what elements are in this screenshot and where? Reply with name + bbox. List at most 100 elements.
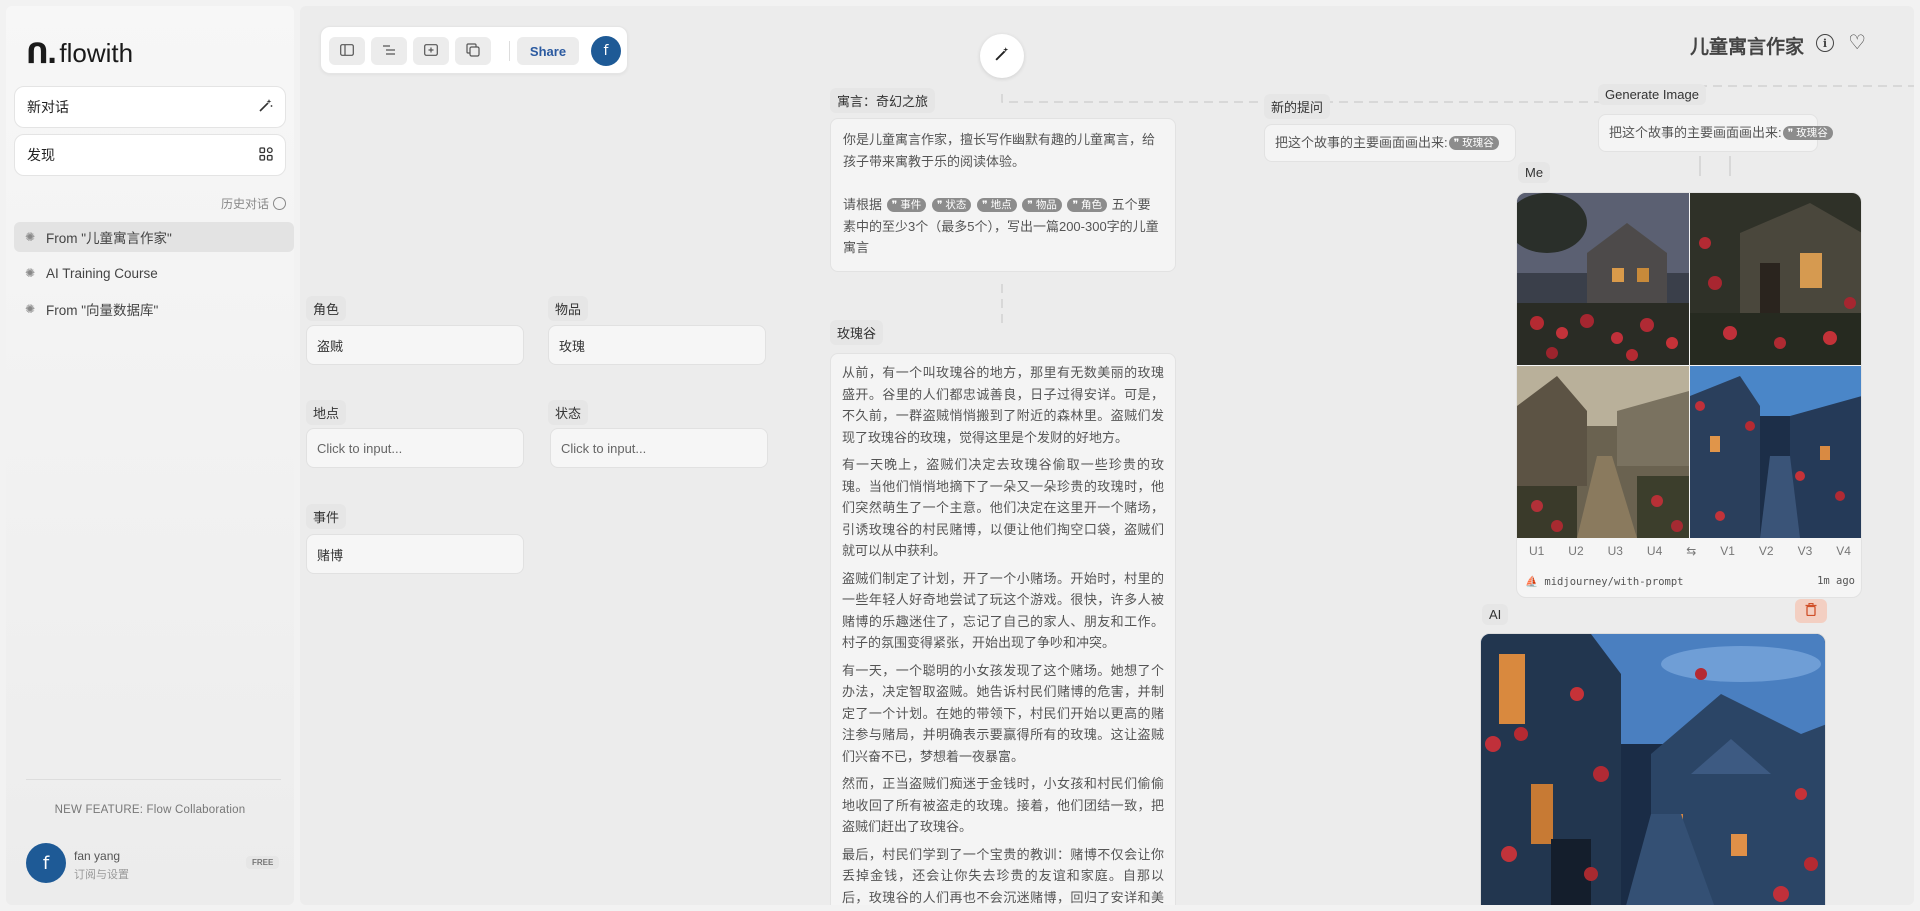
fable-intro: 你是儿童寓言作家，擅长写作幽默有趣的儿童寓言，给孩子带来寓教于乐的阅读体验。 [843, 132, 1156, 169]
item-label: 物品 [548, 296, 589, 321]
fable-requirement: 请根据 ❞ 事件 ❞ 状态 ❞ 地点 ❞ 物品 ❞ 角色 五个要素中的至少3个（… [843, 194, 1163, 259]
account-settings-link[interactable]: 订阅与设置 [74, 866, 129, 882]
chip-rose-valley[interactable]: ❞ 玫瑰谷 [1782, 126, 1833, 140]
history-item-label: From "向量数据库" [46, 303, 159, 318]
variation-1-button[interactable]: V1 [1720, 544, 1735, 558]
user-avatar[interactable]: f [26, 843, 66, 883]
fable-req-prefix: 请根据 [843, 197, 883, 212]
new-question-card[interactable]: 把这个故事的主要画面画出来: ❞ 玫瑰谷 [1264, 124, 1516, 162]
logo-mark: ᑎ. [26, 36, 57, 70]
upscaled-image[interactable] [1480, 633, 1826, 905]
chip-state[interactable]: ❞ 状态 [931, 198, 972, 212]
timestamp: 1m ago [1817, 575, 1855, 587]
generate-image-text: 把这个故事的主要画面画出来: [1609, 125, 1782, 141]
chip-label: 玫瑰谷 [1462, 137, 1494, 149]
share-button[interactable]: Share [517, 37, 579, 65]
chip-rose-valley[interactable]: ❞ 玫瑰谷 [1448, 136, 1499, 150]
canvas-toolbar: Share f [320, 26, 628, 74]
chip-label: 地点 [990, 199, 1012, 211]
variation-2-button[interactable]: V2 [1759, 544, 1774, 558]
upscale-2-button[interactable]: U2 [1568, 544, 1583, 558]
copy-icon [466, 42, 480, 60]
generate-image-card[interactable]: 把这个故事的主要画面画出来: ❞ 玫瑰谷 [1598, 114, 1833, 152]
flow-canvas[interactable]: Share f 儿童寓言作家 i ♡ 寓言：奇幻之旅 你是儿童寓言作家，擅长写作… [300, 6, 1914, 905]
chip-role[interactable]: ❞ 角色 [1067, 198, 1108, 212]
fable-node-label[interactable]: 寓言：奇幻之旅 [830, 88, 936, 113]
chip-label: 玫瑰谷 [1796, 127, 1828, 139]
image-result-card[interactable]: U1 U2 U3 U4 ⇆ V1 V2 V3 V4 ⛵ midjourney/w… [1516, 192, 1862, 598]
copy-button[interactable] [455, 37, 491, 65]
model-tag: ⛵ midjourney/with-prompt [1525, 575, 1683, 588]
reroll-button[interactable]: ⇆ [1686, 544, 1696, 558]
sparkle-icon: ✺ [24, 266, 36, 280]
story-paragraph: 有一天，一个聪明的小女孩发现了这个赌场。她想了个办法，决定智取盗贼。她告诉村民们… [842, 662, 1164, 764]
discover-button[interactable]: 发现 [14, 134, 286, 176]
collaborator-avatar[interactable]: f [591, 36, 621, 66]
me-label: Me [1518, 162, 1551, 183]
fable-prompt-card[interactable]: 你是儿童寓言作家，擅长写作幽默有趣的儿童寓言，给孩子带来寓教于乐的阅读体验。 请… [830, 118, 1176, 272]
sidebar-icon [340, 43, 354, 59]
history-label: 历史对话 [220, 197, 269, 211]
sidebar: ᑎ. flowith 新对话 发现 历史对话 ✺ From "儿童寓言作家" ✺… [6, 6, 294, 905]
user-name[interactable]: fan yang [74, 849, 120, 863]
delete-button[interactable] [1795, 599, 1827, 623]
image-footer: ⛵ midjourney/with-prompt 1m ago [1525, 571, 1855, 591]
history-item[interactable]: ✺ AI Training Course [14, 258, 294, 288]
history-header[interactable]: 历史对话 [221, 195, 286, 212]
story-paragraph: 然而，正当盗贼们痴迷于金钱时，小女孩和村民们偷偷地收回了所有被盗走的玫瑰。接着，… [842, 776, 1164, 834]
story-label[interactable]: 玫瑰谷 [830, 320, 884, 345]
logo[interactable]: ᑎ. flowith [26, 36, 134, 70]
event-label: 事件 [306, 504, 347, 529]
new-question-text: 把这个故事的主要画面画出来: [1275, 135, 1448, 151]
history-item-label: From "儿童寓言作家" [46, 231, 172, 246]
chip-label: 物品 [1035, 199, 1057, 211]
new-question-label[interactable]: 新的提问 [1264, 94, 1331, 119]
layout-button[interactable] [371, 37, 407, 65]
info-icon[interactable]: i [1816, 34, 1834, 52]
new-chat-label: 新对话 [27, 99, 69, 115]
state-input[interactable]: Click to input... [550, 428, 768, 468]
heart-icon[interactable]: ♡ [1848, 30, 1866, 55]
toolbar-divider [509, 41, 510, 61]
story-card[interactable]: 从前，有一个叫玫瑰谷的地方，那里有无数美丽的玫瑰盛开。谷里的人们都忠诚善良，日子… [830, 353, 1176, 905]
model-name: midjourney/with-prompt [1544, 575, 1684, 588]
place-input[interactable]: Click to input... [306, 428, 524, 468]
chip-place[interactable]: ❞ 地点 [977, 198, 1017, 212]
item-input[interactable]: 玫瑰 [548, 325, 766, 365]
chip-label: 角色 [1081, 199, 1103, 211]
role-label: 角色 [306, 296, 347, 321]
story-paragraph: 有一天晚上，盗贼们决定去玫瑰谷偷取一些珍贵的玫瑰。当他们悄悄地摘下了一朵又一朵珍… [842, 457, 1164, 558]
grid-icon [259, 146, 273, 164]
sidebar-toggle-button[interactable] [329, 37, 365, 65]
magic-wand-button[interactable] [980, 34, 1024, 78]
new-chat-button[interactable]: 新对话 [14, 86, 286, 128]
add-frame-icon [424, 43, 438, 59]
logo-text: flowith [59, 37, 134, 68]
upscale-3-button[interactable]: U3 [1608, 544, 1623, 558]
generated-image-2[interactable] [1690, 193, 1862, 365]
magic-wand-icon [994, 46, 1010, 66]
generate-image-label[interactable]: Generate Image [1598, 84, 1706, 105]
state-label: 状态 [548, 400, 589, 425]
chip-event[interactable]: ❞ 事件 [886, 198, 927, 212]
chip-label: 状态 [945, 199, 967, 211]
add-frame-button[interactable] [413, 37, 449, 65]
place-label: 地点 [306, 400, 347, 425]
upscale-variation-bar: U1 U2 U3 U4 ⇆ V1 V2 V3 V4 [1517, 538, 1861, 564]
generated-image-3[interactable] [1517, 366, 1689, 538]
feature-announcement[interactable]: NEW FEATURE: Flow Collaboration [6, 804, 294, 816]
event-input[interactable]: 赌博 [306, 534, 524, 574]
variation-4-button[interactable]: V4 [1836, 544, 1851, 558]
generated-image-4[interactable] [1690, 366, 1862, 538]
sparkle-icon: ✺ [24, 302, 36, 316]
chip-item[interactable]: ❞ 物品 [1022, 198, 1062, 212]
generated-image-1[interactable] [1517, 193, 1689, 365]
history-item[interactable]: ✺ From "向量数据库" [14, 294, 294, 324]
history-item[interactable]: ✺ From "儿童寓言作家" [14, 222, 294, 252]
layout-icon [382, 44, 396, 59]
role-input[interactable]: 盗贼 [306, 325, 524, 365]
upscale-1-button[interactable]: U1 [1529, 544, 1544, 558]
upscale-4-button[interactable]: U4 [1647, 544, 1662, 558]
chip-label: 事件 [900, 199, 922, 211]
variation-3-button[interactable]: V3 [1798, 544, 1813, 558]
